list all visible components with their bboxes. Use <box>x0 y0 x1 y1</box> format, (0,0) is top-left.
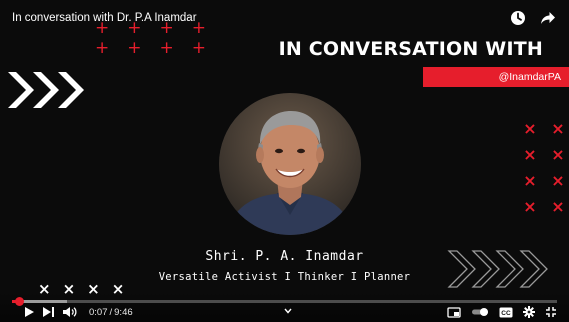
top-actions <box>509 9 557 27</box>
captions-icon[interactable]: CC <box>499 307 513 318</box>
gear-icon[interactable] <box>523 306 535 318</box>
chevrons-decor-left-icon <box>8 72 84 108</box>
x-mark: × <box>551 197 565 216</box>
headline: IN CONVERSATION WITH <box>278 38 543 60</box>
clock-icon[interactable] <box>509 9 527 27</box>
next-icon[interactable] <box>42 306 55 318</box>
time-display: 0:07/9:46 <box>89 306 133 318</box>
share-icon[interactable] <box>539 9 557 27</box>
handle-banner: @InamdarPA <box>423 67 569 87</box>
miniplayer-icon[interactable] <box>447 306 461 318</box>
plus-decor-top: + + + + <box>95 18 206 38</box>
controls-right: CC <box>447 306 557 318</box>
plus-mark: + <box>191 18 206 38</box>
x-mark: × <box>523 145 537 164</box>
controls-left: 0:07/9:46 <box>23 306 133 318</box>
svg-text:CC: CC <box>501 310 511 317</box>
current-time: 0:07 <box>89 306 108 318</box>
x-mark: × <box>523 197 537 216</box>
plus-decor-bottom: + + + + <box>95 38 206 58</box>
x-mark: × <box>523 171 537 190</box>
x-mark: × <box>523 119 537 138</box>
plus-mark: + <box>95 38 110 58</box>
chevrons-decor-right-icon <box>447 250 548 288</box>
x-mark: × <box>551 171 565 190</box>
plus-mark: + <box>127 18 142 38</box>
chevron-down-icon[interactable] <box>283 306 293 316</box>
play-icon[interactable] <box>23 306 35 318</box>
autoplay-toggle-icon[interactable] <box>471 307 489 317</box>
plus-mark: + <box>95 18 110 38</box>
plus-mark: + <box>127 38 142 58</box>
red-x-decor: × × × × × × × × <box>520 118 568 222</box>
plus-mark: + <box>191 38 206 58</box>
volume-icon[interactable] <box>62 306 78 318</box>
scrubber-handle[interactable] <box>14 297 24 306</box>
plus-mark: + <box>159 18 174 38</box>
duration: 9:46 <box>114 306 133 318</box>
exit-fullscreen-icon[interactable] <box>545 306 557 318</box>
x-mark: × <box>551 145 565 164</box>
video-player[interactable]: In conversation with Dr. P.A Inamdar + +… <box>0 0 569 322</box>
x-mark: × <box>551 119 565 138</box>
progress-bar[interactable] <box>12 297 557 306</box>
video-frame[interactable]: In conversation with Dr. P.A Inamdar + +… <box>0 0 569 322</box>
plus-mark: + <box>159 38 174 58</box>
speaker-portrait <box>219 93 361 235</box>
